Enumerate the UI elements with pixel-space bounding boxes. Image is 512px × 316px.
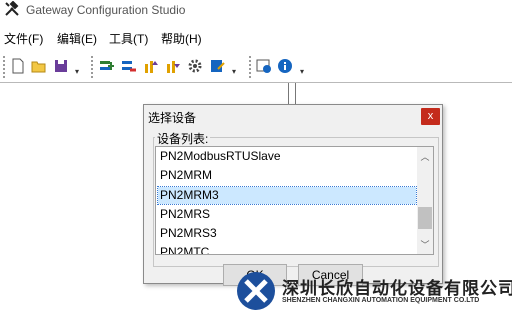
device-list-label: 设备列表: — [155, 130, 211, 147]
add-device-icon[interactable] — [99, 58, 115, 74]
dialog-title: 选择设备 — [148, 111, 197, 125]
close-button[interactable]: x — [421, 108, 440, 125]
download-icon[interactable] — [165, 58, 181, 74]
company-watermark: 深圳长欣自动化设备有限公司 SHENZHEN CHANGXIN AUTOMATI… — [234, 270, 512, 313]
menu-file[interactable]: 文件(F) — [4, 30, 43, 47]
new-file-icon[interactable] — [10, 58, 26, 74]
menu-help[interactable]: 帮助(H) — [161, 30, 202, 47]
company-name-en: SHENZHEN CHANGXIN AUTOMATION EQUIPMENT C… — [282, 297, 480, 304]
list-item[interactable]: PN2ModbusRTUSlave — [158, 148, 416, 165]
scroll-thumb[interactable] — [418, 207, 432, 229]
company-name-cn: 深圳长欣自动化设备有限公司 — [282, 279, 512, 298]
list-item[interactable]: PN2MRS3 — [158, 225, 416, 242]
toolbar-grip[interactable] — [91, 56, 95, 78]
chevron-down-icon[interactable]: ▾ — [300, 68, 306, 76]
list-item[interactable]: PN2MRS — [158, 206, 416, 223]
menu-edit[interactable]: 编辑(E) — [57, 30, 97, 47]
toolbar-grip[interactable] — [249, 56, 253, 78]
save-icon[interactable] — [53, 58, 69, 74]
open-folder-icon[interactable] — [31, 58, 47, 74]
menu-bar: 文件(F) 编辑(E) 工具(T) 帮助(H) — [0, 28, 512, 48]
list-item[interactable]: PN2MTC — [158, 244, 416, 254]
chevron-down-icon[interactable]: ▾ — [232, 68, 238, 76]
device-listbox[interactable]: PN2ModbusRTUSlave PN2MRM PN2MRM3 PN2MRS … — [155, 146, 434, 255]
remove-device-icon[interactable] — [121, 58, 137, 74]
chevron-down-icon[interactable]: ▾ — [75, 68, 81, 76]
list-scrollbar[interactable]: ︿ ﹀ — [417, 147, 433, 254]
write-config-icon[interactable] — [209, 58, 225, 74]
toolbar-grip[interactable] — [3, 56, 7, 78]
scroll-down-icon[interactable]: ﹀ — [417, 237, 433, 253]
title-bar: Gateway Configuration Studio — [0, 0, 512, 20]
help-icon[interactable] — [256, 58, 272, 74]
company-logo-icon — [234, 270, 278, 316]
window-title: Gateway Configuration Studio — [26, 3, 186, 17]
tools-icon — [4, 0, 20, 17]
upload-icon[interactable] — [143, 58, 159, 74]
scroll-up-icon[interactable]: ︿ — [417, 149, 433, 165]
gear-icon[interactable] — [187, 58, 203, 74]
list-item[interactable]: PN2MRM — [158, 167, 416, 184]
pane-splitter[interactable] — [288, 83, 296, 105]
info-icon[interactable] — [277, 58, 293, 74]
list-item-selected[interactable]: PN2MRM3 — [157, 186, 417, 205]
menu-tools[interactable]: 工具(T) — [109, 30, 148, 47]
toolbar: ▾ ▾ ▾ — [0, 52, 512, 83]
